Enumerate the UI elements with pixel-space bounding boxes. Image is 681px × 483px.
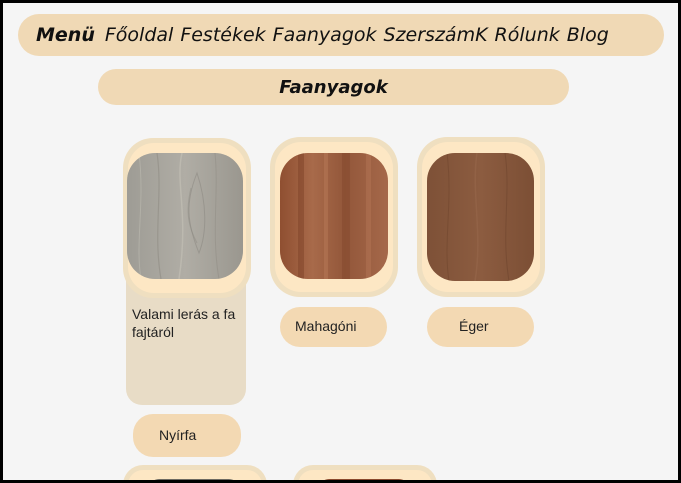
birch-wood-image[interactable]: [127, 153, 243, 279]
nav-link-blog[interactable]: Blog: [567, 24, 609, 46]
mahogany-wood-image[interactable]: [280, 153, 388, 279]
alder-name: Éger: [459, 318, 489, 334]
next-wood-image-1[interactable]: [149, 479, 239, 480]
nav-link-woods[interactable]: Faanyagok: [273, 24, 377, 46]
alder-wood-image[interactable]: [427, 153, 534, 281]
wood-card-next-1[interactable]: [123, 465, 267, 480]
mahogany-name-button[interactable]: Mahagóni: [280, 307, 387, 347]
alder-name-button[interactable]: Éger: [427, 307, 534, 347]
nav-link-home[interactable]: Főoldal: [105, 24, 173, 46]
next-wood-image-2[interactable]: [319, 479, 409, 480]
birch-name-button[interactable]: Nyírfa: [133, 414, 241, 457]
section-title-text: Faanyagok: [279, 76, 388, 98]
birch-description: Valami lerás a fa fajtáról: [132, 306, 236, 340]
birch-name: Nyírfa: [159, 427, 197, 443]
nav-link-about[interactable]: Rólunk: [495, 24, 560, 46]
menu-title: Menü: [36, 24, 95, 46]
nav-link-tools[interactable]: SzerszámK: [384, 24, 488, 46]
section-title: Faanyagok: [98, 69, 569, 105]
mahogany-name: Mahagóni: [295, 318, 357, 334]
top-navbar: Menü Főoldal Festékek Faanyagok Szerszám…: [18, 14, 664, 56]
nav-link-paints[interactable]: Festékek: [180, 24, 265, 46]
page-frame: Menü Főoldal Festékek Faanyagok Szerszám…: [3, 3, 678, 480]
wood-card-next-2[interactable]: [293, 465, 437, 480]
